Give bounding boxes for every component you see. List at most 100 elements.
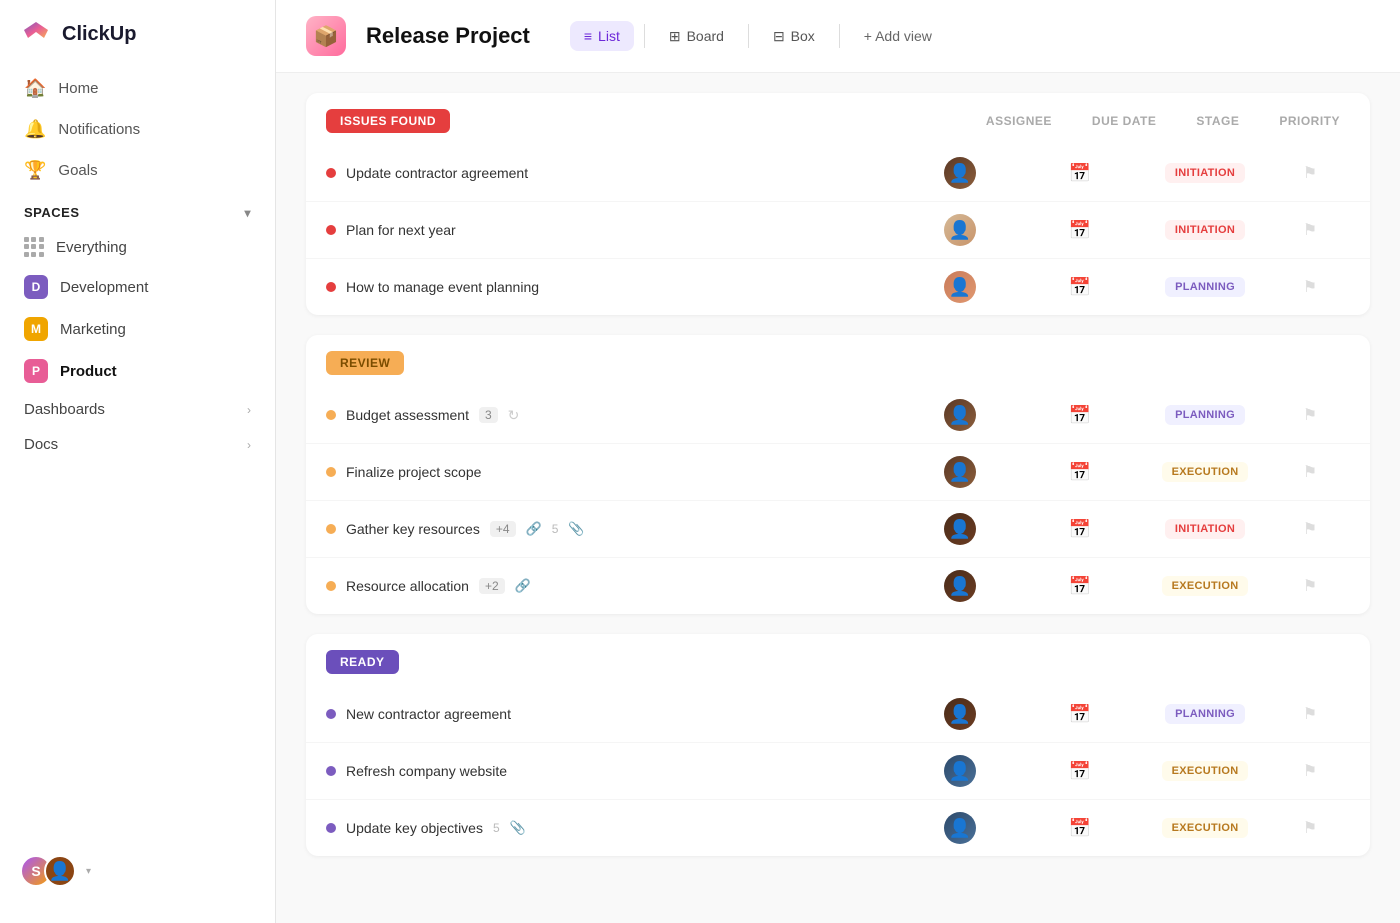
assignee-cell: 👤 bbox=[900, 399, 1020, 431]
attachment-count: 5 bbox=[493, 821, 500, 835]
task-dot-red bbox=[326, 225, 336, 235]
task-row[interactable]: How to manage event planning 👤 📅 PLANNIN… bbox=[306, 259, 1370, 315]
task-row[interactable]: New contractor agreement 👤 📅 PLANNING ⚑ bbox=[306, 686, 1370, 743]
group-review: REVIEW Budget assessment 3 ↻ 👤 📅 PLANNIN… bbox=[306, 335, 1370, 614]
priority-cell[interactable]: ⚑ bbox=[1270, 462, 1350, 482]
priority-cell[interactable]: ⚑ bbox=[1270, 405, 1350, 425]
flag-icon: ⚑ bbox=[1303, 220, 1317, 240]
development-label: Development bbox=[60, 279, 148, 296]
priority-cell[interactable]: ⚑ bbox=[1270, 220, 1350, 240]
plus-count: +4 bbox=[490, 521, 516, 537]
avatar-group: S 👤 bbox=[20, 855, 76, 887]
priority-cell[interactable]: ⚑ bbox=[1270, 761, 1350, 781]
tab-list[interactable]: ≡ List bbox=[570, 21, 634, 51]
calendar-icon: 📅 bbox=[1069, 462, 1091, 483]
review-badge: REVIEW bbox=[326, 351, 404, 375]
priority-cell[interactable]: ⚑ bbox=[1270, 704, 1350, 724]
add-view-button[interactable]: + Add view bbox=[850, 21, 946, 51]
flag-icon: ⚑ bbox=[1303, 576, 1317, 596]
tab-box[interactable]: ⊟ Box bbox=[759, 21, 829, 52]
flag-icon: ⚑ bbox=[1303, 405, 1317, 425]
task-dot-purple bbox=[326, 823, 336, 833]
calendar-icon: 📅 bbox=[1069, 163, 1091, 184]
avatar: 👤 bbox=[944, 456, 976, 488]
ready-badge: READY bbox=[326, 650, 399, 674]
due-date-cell[interactable]: 📅 bbox=[1020, 163, 1140, 184]
task-dot-yellow bbox=[326, 410, 336, 420]
task-row[interactable]: Gather key resources +4 🔗 5 📎 👤 📅 INITIA… bbox=[306, 501, 1370, 558]
stage-badge: PLANNING bbox=[1165, 277, 1245, 297]
due-date-cell[interactable]: 📅 bbox=[1020, 405, 1140, 426]
due-date-cell[interactable]: 📅 bbox=[1020, 220, 1140, 241]
task-dot-purple bbox=[326, 766, 336, 776]
task-name: Plan for next year bbox=[326, 222, 900, 238]
priority-cell[interactable]: ⚑ bbox=[1270, 576, 1350, 596]
priority-cell[interactable]: ⚑ bbox=[1270, 277, 1350, 297]
avatar: 👤 bbox=[944, 214, 976, 246]
product-badge: P bbox=[24, 359, 48, 383]
due-date-cell[interactable]: 📅 bbox=[1020, 576, 1140, 597]
board-label: Board bbox=[687, 28, 724, 44]
main-nav: 🏠 Home 🔔 Notifications 🏆 Goals bbox=[0, 68, 275, 191]
spaces-chevron-icon[interactable]: ▾ bbox=[244, 206, 251, 220]
sidebar-item-home[interactable]: 🏠 Home bbox=[12, 68, 263, 109]
plus-count: +2 bbox=[479, 578, 505, 594]
tab-divider-3 bbox=[839, 24, 840, 48]
sidebar-item-development[interactable]: D Development bbox=[0, 266, 275, 308]
due-date-cell[interactable]: 📅 bbox=[1020, 277, 1140, 298]
avatar: 👤 bbox=[944, 513, 976, 545]
priority-cell[interactable]: ⚑ bbox=[1270, 818, 1350, 838]
attachment-icon: 📎 bbox=[510, 820, 526, 836]
due-date-cell[interactable]: 📅 bbox=[1020, 704, 1140, 725]
stage-badge: PLANNING bbox=[1165, 405, 1245, 425]
flag-icon: ⚑ bbox=[1303, 704, 1317, 724]
priority-cell[interactable]: ⚑ bbox=[1270, 519, 1350, 539]
stage-badge: EXECUTION bbox=[1162, 462, 1249, 482]
sidebar-item-docs[interactable]: Docs › bbox=[0, 427, 275, 462]
task-row[interactable]: Finalize project scope 👤 📅 EXECUTION ⚑ bbox=[306, 444, 1370, 501]
calendar-icon: 📅 bbox=[1069, 704, 1091, 725]
task-row[interactable]: Budget assessment 3 ↻ 👤 📅 PLANNING ⚑ bbox=[306, 387, 1370, 444]
task-row[interactable]: Plan for next year 👤 📅 INITIATION ⚑ bbox=[306, 202, 1370, 259]
stage-badge: PLANNING bbox=[1165, 704, 1245, 724]
assignee-cell: 👤 bbox=[900, 271, 1020, 303]
task-name: Budget assessment 3 ↻ bbox=[326, 407, 900, 424]
task-label: Finalize project scope bbox=[346, 464, 481, 480]
sidebar-item-notifications[interactable]: 🔔 Notifications bbox=[12, 109, 263, 150]
everything-grid-icon bbox=[24, 237, 44, 257]
marketing-badge: M bbox=[24, 317, 48, 341]
add-view-label: + Add view bbox=[864, 28, 932, 44]
task-label: New contractor agreement bbox=[346, 706, 511, 722]
task-name: Update key objectives 5 📎 bbox=[326, 820, 900, 836]
main-content: 📦 Release Project ≡ List ⊞ Board ⊟ Box +… bbox=[276, 0, 1400, 923]
calendar-icon: 📅 bbox=[1069, 220, 1091, 241]
stage-cell: PLANNING bbox=[1140, 277, 1270, 297]
sidebar-item-dashboards[interactable]: Dashboards › bbox=[0, 392, 275, 427]
due-date-cell[interactable]: 📅 bbox=[1020, 818, 1140, 839]
box-icon: ⊟ bbox=[773, 28, 785, 45]
due-date-cell[interactable]: 📅 bbox=[1020, 761, 1140, 782]
tab-board[interactable]: ⊞ Board bbox=[655, 21, 738, 52]
task-name: Refresh company website bbox=[326, 763, 900, 779]
task-row[interactable]: Update key objectives 5 📎 👤 📅 EXECUTION … bbox=[306, 800, 1370, 856]
user-dropdown-icon[interactable]: ▾ bbox=[86, 866, 91, 877]
sidebar-item-marketing[interactable]: M Marketing bbox=[0, 308, 275, 350]
task-label: Gather key resources bbox=[346, 521, 480, 537]
priority-cell[interactable]: ⚑ bbox=[1270, 163, 1350, 183]
calendar-icon: 📅 bbox=[1069, 519, 1091, 540]
avatar: 👤 bbox=[944, 698, 976, 730]
sidebar-item-goals[interactable]: 🏆 Goals bbox=[12, 150, 263, 191]
task-label: Budget assessment bbox=[346, 407, 469, 423]
task-row[interactable]: Refresh company website 👤 📅 EXECUTION ⚑ bbox=[306, 743, 1370, 800]
calendar-icon: 📅 bbox=[1069, 761, 1091, 782]
task-row[interactable]: Update contractor agreement 👤 📅 INITIATI… bbox=[306, 145, 1370, 202]
due-date-cell[interactable]: 📅 bbox=[1020, 462, 1140, 483]
assignee-cell: 👤 bbox=[900, 812, 1020, 844]
due-date-cell[interactable]: 📅 bbox=[1020, 519, 1140, 540]
sidebar-item-product[interactable]: P Product bbox=[0, 350, 275, 392]
assignee-cell: 👤 bbox=[900, 214, 1020, 246]
assignee-cell: 👤 bbox=[900, 570, 1020, 602]
sidebar-item-everything[interactable]: Everything bbox=[0, 228, 275, 266]
task-row[interactable]: Resource allocation +2 🔗 👤 📅 EXECUTION ⚑ bbox=[306, 558, 1370, 614]
tab-divider-2 bbox=[748, 24, 749, 48]
